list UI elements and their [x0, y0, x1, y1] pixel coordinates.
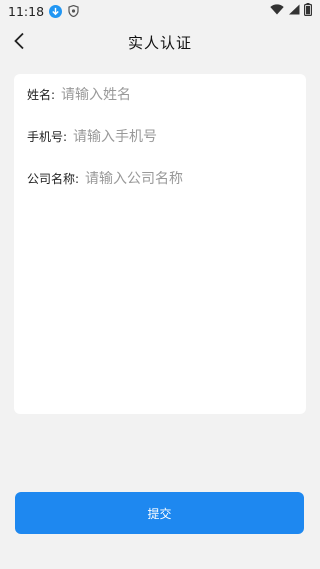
company-input[interactable]	[85, 170, 286, 187]
form-row-name: 姓名:	[27, 86, 262, 103]
form-card: 姓名: 手机号: 公司名称:	[14, 74, 306, 414]
name-input[interactable]	[61, 86, 262, 103]
name-label: 姓名:	[27, 88, 56, 102]
shield-icon	[68, 4, 79, 18]
status-bar: 11:18	[0, 0, 320, 22]
company-label: 公司名称:	[27, 172, 80, 186]
phone-label: 手机号:	[27, 130, 68, 144]
form-row-company: 公司名称:	[27, 170, 286, 187]
battery-icon	[304, 3, 313, 19]
status-right-icons	[270, 3, 313, 19]
form-row-phone: 手机号:	[27, 128, 274, 145]
nav-bar: 实人认证	[0, 22, 320, 62]
chevron-left-icon	[13, 32, 25, 54]
wifi-icon	[270, 4, 284, 18]
signal-icon	[288, 4, 300, 18]
back-button[interactable]	[6, 30, 32, 56]
status-time: 11:18	[8, 3, 45, 19]
download-icon	[49, 4, 63, 18]
page-title: 实人认证	[127, 33, 192, 52]
submit-button[interactable]: 提交	[15, 492, 304, 534]
phone-input[interactable]	[73, 128, 274, 145]
